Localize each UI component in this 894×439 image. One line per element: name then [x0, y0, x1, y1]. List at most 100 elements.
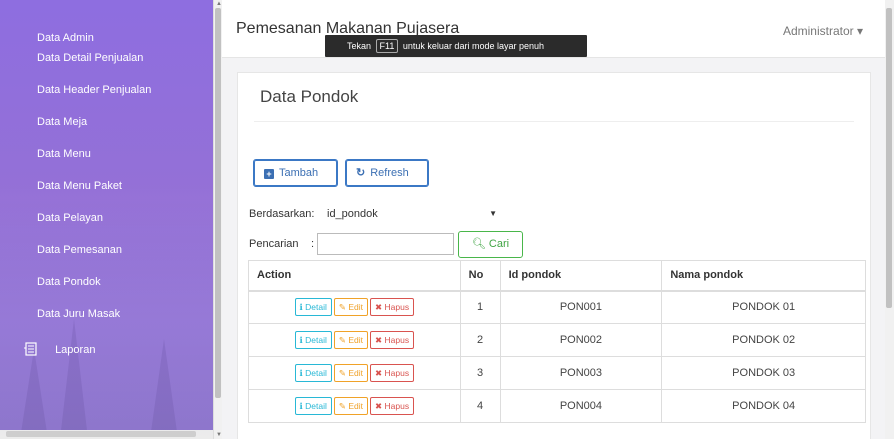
- info-icon: ℹ: [299, 368, 303, 378]
- edit-button[interactable]: ✎ Edit: [333, 298, 369, 317]
- edit-label: Edit: [348, 401, 364, 411]
- close-icon: ✖: [375, 335, 383, 345]
- page-title: Data Pondok: [260, 87, 359, 106]
- close-icon: ✖: [375, 368, 383, 378]
- cell-nama: PONDOK 02: [661, 323, 866, 357]
- sidebar-item-data-pelayan[interactable]: Data Pelayan: [0, 202, 213, 234]
- cell-id: PON003: [499, 356, 663, 390]
- hapus-label: Hapus: [384, 368, 410, 378]
- filter-select[interactable]: id_pondok ▼: [318, 203, 498, 225]
- user-menu[interactable]: Administrator ▾: [783, 24, 863, 38]
- table-row: ℹ Detail ✎ Edit ✖ Hapus 2 PON002 PONDOK 02: [248, 323, 866, 357]
- cell-nama: PONDOK 04: [661, 389, 866, 423]
- sidebar-item-label: Data Header Penjualan: [37, 84, 152, 96]
- action-cell: ℹ Detail ✎ Edit ✖ Hapus: [248, 356, 461, 390]
- notice-suffix: untuk keluar dari mode layar penuh: [402, 41, 544, 51]
- sidebar-item-label: Data Pondok: [37, 276, 101, 288]
- table-header-row: Action No Id pondok Nama pondok: [248, 260, 866, 292]
- sidebar-item-data-pemesanan[interactable]: Data Pemesanan: [0, 234, 213, 266]
- edit-label: Edit: [348, 302, 364, 313]
- edit-button[interactable]: ✎ Edit: [333, 331, 369, 349]
- sidebar-item-label: Data Pemesanan: [37, 244, 122, 256]
- table-row: ℹ Detail ✎ Edit ✖ Hapus 1 PON001 PONDOK 01: [248, 290, 866, 324]
- cari-button[interactable]: 🔍︎ Cari: [458, 231, 523, 258]
- topbar: Pemesanan Makanan Pujasera Administrator…: [222, 0, 885, 58]
- cell-nama: PONDOK 03: [661, 356, 866, 390]
- close-icon: ✖: [375, 401, 383, 411]
- col-no: No: [459, 260, 501, 292]
- table-row: ℹ Detail ✎ Edit ✖ Hapus 3 PON003 PONDOK 03: [248, 356, 866, 390]
- sidebar-horizontal-scrollbar[interactable]: [0, 430, 213, 439]
- sidebar-item-label: Data Juru Masak: [37, 308, 121, 320]
- scrollbar-thumb[interactable]: [215, 8, 221, 398]
- edit-label: Edit: [348, 368, 364, 378]
- edit-icon: ✎: [338, 335, 346, 345]
- hapus-button[interactable]: ✖ Hapus: [370, 364, 415, 382]
- cell-no: 2: [459, 323, 501, 357]
- refresh-label: Refresh: [370, 167, 409, 179]
- data-table: Action No Id pondok Nama pondok ℹ Detail…: [248, 260, 866, 423]
- sidebar: Data Admin Data Detail Penjualan Data He…: [0, 0, 213, 439]
- search-separator: :: [311, 238, 315, 250]
- hapus-button[interactable]: ✖ Hapus: [370, 397, 415, 415]
- detail-button[interactable]: ℹ Detail: [294, 364, 332, 382]
- detail-button[interactable]: ℹ Detail: [294, 298, 332, 317]
- action-cell: ℹ Detail ✎ Edit ✖ Hapus: [248, 323, 461, 357]
- detail-label: Detail: [305, 302, 327, 313]
- caret-down-icon: ▼: [489, 209, 497, 218]
- sidebar-item-data-detail-penjualan[interactable]: Data Detail Penjualan: [0, 42, 213, 74]
- search-icon: 🔍︎: [471, 238, 486, 250]
- scrollbar-thumb[interactable]: [886, 8, 892, 308]
- plus-square-icon: +: [264, 169, 274, 179]
- divider: [254, 121, 854, 122]
- edit-icon: ✎: [338, 302, 346, 313]
- sidebar-item-data-juru-masak[interactable]: Data Juru Masak: [0, 298, 213, 330]
- sidebar-menu: Data Admin Data Detail Penjualan Data He…: [0, 0, 213, 366]
- cari-label: Cari: [488, 238, 510, 250]
- refresh-button[interactable]: ↻ Refresh: [345, 159, 429, 187]
- action-cell: ℹ Detail ✎ Edit ✖ Hapus: [248, 290, 461, 324]
- cell-nama: PONDOK 01: [661, 290, 866, 324]
- info-icon: ℹ: [299, 302, 303, 313]
- hapus-button[interactable]: ✖ Hapus: [370, 298, 415, 317]
- edit-icon: ✎: [338, 368, 346, 378]
- cell-id: PON002: [499, 323, 663, 357]
- detail-button[interactable]: ℹ Detail: [294, 331, 332, 349]
- detail-label: Detail: [305, 401, 327, 411]
- sidebar-item-data-menu[interactable]: Data Menu: [0, 138, 213, 170]
- info-icon: ℹ: [299, 401, 303, 411]
- sidebar-item-laporan[interactable]: Laporan: [0, 334, 213, 366]
- edit-button[interactable]: ✎ Edit: [333, 397, 369, 415]
- caret-down-icon: ▾: [856, 24, 863, 38]
- sidebar-item-label: Data Meja: [37, 116, 88, 128]
- report-icon: [24, 342, 37, 356]
- hapus-label: Hapus: [384, 335, 410, 345]
- edit-label: Edit: [348, 335, 364, 345]
- sidebar-item-label: Laporan: [55, 344, 96, 356]
- sidebar-item-data-meja[interactable]: Data Meja: [0, 106, 213, 138]
- table-row: ℹ Detail ✎ Edit ✖ Hapus 4 PON004 PONDOK 04: [248, 389, 866, 423]
- sidebar-item-data-pondok[interactable]: Data Pondok: [0, 266, 213, 298]
- sidebar-item-data-header-penjualan[interactable]: Data Header Penjualan: [0, 74, 213, 106]
- filter-label: Berdasarkan:: [249, 208, 315, 220]
- tambah-label: Tambah: [279, 167, 319, 179]
- sidebar-scrollbar[interactable]: ▲ ▼: [213, 0, 222, 439]
- search-input[interactable]: [317, 233, 454, 255]
- fullscreen-notice: Tekan F11 untuk keluar dari mode layar p…: [325, 35, 587, 57]
- tambah-button[interactable]: + Tambah: [253, 159, 338, 187]
- col-nama-pondok: Nama pondok: [661, 260, 866, 292]
- notice-prefix: Tekan: [347, 41, 372, 51]
- col-id-pondok: Id pondok: [499, 260, 663, 292]
- scrollbar-thumb[interactable]: [6, 431, 196, 437]
- detail-button[interactable]: ℹ Detail: [294, 397, 332, 415]
- close-icon: ✖: [375, 302, 383, 313]
- main-scrollbar[interactable]: [885, 0, 894, 439]
- sidebar-item-label: Data Menu Paket: [37, 180, 122, 192]
- col-action: Action: [248, 260, 461, 292]
- edit-button[interactable]: ✎ Edit: [333, 364, 369, 382]
- hapus-button[interactable]: ✖ Hapus: [370, 331, 415, 349]
- sidebar-item-label: Data Detail Penjualan: [37, 52, 144, 64]
- sidebar-item-data-menu-paket[interactable]: Data Menu Paket: [0, 170, 213, 202]
- cell-no: 1: [459, 290, 501, 324]
- notice-key: F11: [375, 39, 399, 53]
